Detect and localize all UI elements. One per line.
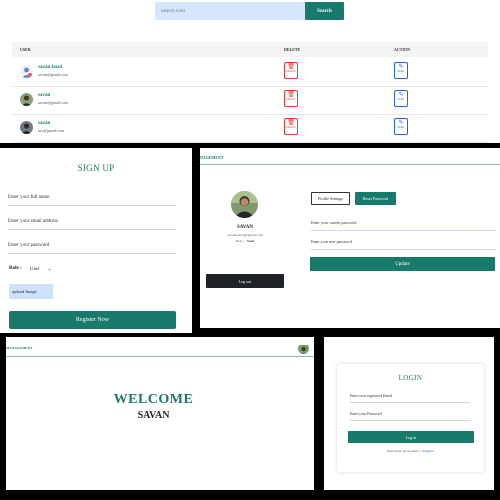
signup-title: SIGN UP [77, 163, 115, 173]
delete-label: Delete [286, 69, 296, 73]
login-email-field[interactable]: Enter your registered Email [350, 394, 470, 403]
role-value: User [30, 267, 40, 272]
login-password-field[interactable]: Enter your Password [350, 412, 470, 421]
user-name: savan [38, 121, 51, 126]
user-name: savan fazul [38, 65, 63, 70]
chevron-down-icon: ⌄ [47, 267, 52, 272]
edit-button[interactable]: ✎ Edit [394, 90, 408, 107]
signup-panel: SIGN UP Enter your full name Enter your … [0, 148, 192, 333]
logout-button[interactable]: Log out [206, 274, 284, 288]
avatar [20, 65, 33, 78]
user-email: sav@gmail.com [38, 128, 65, 133]
new-password-field[interactable]: Enter your new password [311, 239, 496, 250]
password-field[interactable]: Enter your password [8, 243, 176, 254]
user-email: savan@gmail.com [38, 72, 68, 77]
edit-label: Edit [398, 97, 404, 101]
column-header-delete: DELETE [284, 47, 301, 52]
avatar [20, 121, 33, 134]
nav-divider [200, 164, 500, 165]
search-input[interactable] [155, 2, 305, 20]
edit-label: Edit [398, 125, 404, 129]
table-row: savan savan@gmail.com 🗑 Delete ✎ Edit [12, 85, 488, 115]
avatar [20, 93, 33, 106]
profile-name: SAVAN [237, 225, 253, 230]
upload-image-button[interactable]: upload Image [9, 284, 53, 299]
register-prompt-text: Don't have an account ? [386, 449, 421, 453]
tab-profile-settings[interactable]: Profile Settings [311, 192, 350, 205]
table-header: USER DELETE ACTION [12, 42, 488, 57]
delete-button[interactable]: 🗑 Delete [284, 90, 298, 107]
role-value: User [247, 239, 255, 243]
edit-button[interactable]: ✎ Edit [394, 62, 408, 79]
profile-panel: NAGEMENT SAVAN savanradcsb@gmail.com Rol… [200, 148, 500, 328]
login-button[interactable]: Log in [348, 431, 474, 443]
nav-title: NAGEMENT [200, 155, 224, 160]
role-label: Role : [9, 266, 22, 271]
profile-role: Role : User [200, 239, 290, 243]
edit-button[interactable]: ✎ Edit [394, 118, 408, 135]
edit-label: Edit [398, 69, 404, 73]
full-name-field[interactable]: Enter your full name [8, 195, 176, 206]
register-prompt: Don't have an account ? Register [337, 449, 484, 453]
profile-email: savanradcsb@gmail.com [227, 233, 263, 237]
user-management-panel: Search USER DELETE ACTION savan fazul sa… [0, 0, 500, 143]
tab-reset-password[interactable]: Reset Password [355, 192, 396, 205]
email-field[interactable]: Enter your email address [8, 219, 176, 230]
role-label: Role : [235, 239, 245, 243]
user-name: savan [38, 93, 51, 98]
register-link[interactable]: Register [422, 449, 434, 453]
delete-button[interactable]: 🗑 Delete [284, 118, 298, 135]
welcome-title: WELCOME [113, 392, 194, 407]
search-button[interactable]: Search [305, 2, 344, 20]
user-email: savan@gmail.com [38, 100, 68, 105]
table-row: savan fazul savan@gmail.com 🗑 Delete ✎ Edi… [12, 57, 488, 87]
register-button[interactable]: Register Now [9, 311, 176, 329]
current-password-field[interactable]: Enter your current password [311, 220, 496, 231]
welcome-name: SAVAN [137, 410, 170, 421]
delete-button[interactable]: 🗑 Delete [284, 62, 298, 79]
update-button[interactable]: Update [310, 257, 495, 271]
delete-label: Delete [286, 97, 296, 101]
avatar [231, 191, 258, 218]
nav-divider [6, 356, 314, 357]
welcome-panel: MANAGEMENT WELCOME SAVAN [6, 337, 314, 490]
login-card: LOGIN Enter your registered Email Enter … [337, 364, 484, 472]
column-header-action: ACTION [394, 47, 411, 52]
login-title: LOGIN [398, 374, 423, 382]
column-header-user: USER [20, 47, 31, 52]
table-row: savan sav@gmail.com 🗑 Delete ✎ Edit [12, 113, 488, 143]
nav-title: MANAGEMENT [6, 346, 33, 350]
delete-label: Delete [286, 125, 296, 129]
login-panel: LOGIN Enter your registered Email Enter … [324, 337, 494, 490]
role-select[interactable]: User ⌄ [30, 266, 52, 272]
avatar[interactable] [298, 343, 309, 354]
